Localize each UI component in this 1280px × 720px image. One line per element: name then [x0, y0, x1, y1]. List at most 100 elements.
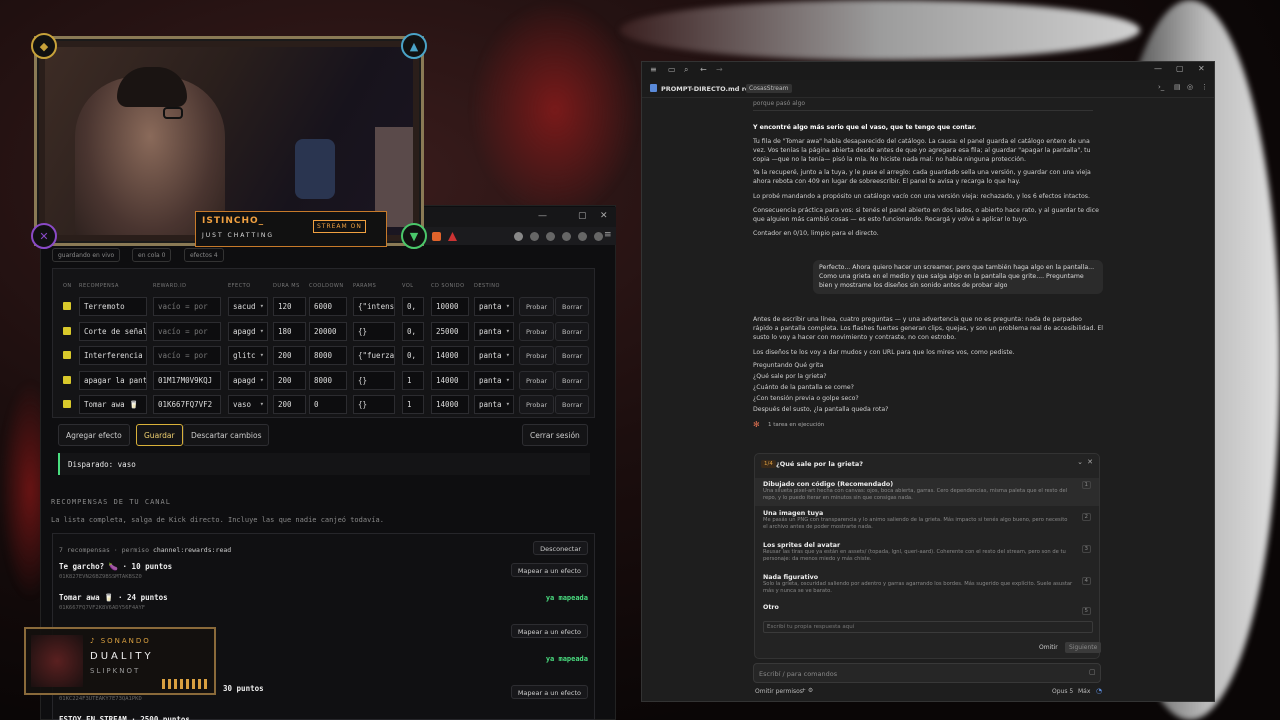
test-button[interactable]: Probar: [519, 395, 555, 414]
menu-icon[interactable]: ≡: [650, 65, 657, 74]
delete-button[interactable]: Borrar: [555, 395, 590, 414]
cell-name[interactable]: Corte de señal: [79, 321, 147, 341]
test-button[interactable]: Probar: [519, 321, 555, 341]
minimize-icon[interactable]: —: [1154, 64, 1162, 73]
cell-name[interactable]: Tomar awa 🥛: [79, 395, 147, 414]
cell-dest[interactable]: panta: [474, 297, 514, 316]
maximize-icon[interactable]: ▢: [1176, 64, 1184, 73]
test-button[interactable]: Probar: [519, 346, 555, 365]
cell-cooldown[interactable]: 6000: [309, 297, 347, 316]
cell-reward[interactable]: 01M17M0V9KQJ: [153, 370, 221, 390]
map-effect-button[interactable]: Mapear a un efecto: [510, 563, 588, 577]
cell-reward[interactable]: vacío = por: [153, 321, 221, 341]
next-button[interactable]: Siguiente: [1065, 642, 1102, 653]
cell-reward[interactable]: vacío = por: [153, 297, 221, 316]
cell-cd[interactable]: 14000: [431, 346, 469, 365]
globe-icon[interactable]: ◎: [1187, 83, 1193, 91]
cell-name[interactable]: apagar la pant: [79, 370, 147, 390]
effort-selector[interactable]: Máx: [1078, 688, 1090, 695]
discard-button[interactable]: Descartar cambios: [183, 424, 270, 446]
answer-option[interactable]: Una imagen tuya Me pasás un PNG con trans…: [755, 510, 1099, 531]
cell-dur[interactable]: 200: [273, 370, 306, 390]
back-icon[interactable]: ←: [700, 65, 707, 74]
collapse-icon[interactable]: ⌄: [1077, 458, 1083, 466]
cell-vol[interactable]: 1: [402, 370, 424, 390]
cell-effect[interactable]: apagd: [228, 321, 268, 341]
extension-icon[interactable]: [514, 232, 523, 241]
search-icon[interactable]: ⌕: [684, 65, 688, 75]
maximize-icon[interactable]: ▢: [578, 211, 587, 221]
cell-params[interactable]: {"intens: [353, 297, 395, 316]
cell-dur[interactable]: 180: [273, 321, 306, 341]
model-selector[interactable]: Opus 5: [1052, 688, 1073, 695]
cell-dur[interactable]: 120: [273, 297, 306, 316]
cell-vol[interactable]: 0,: [402, 321, 424, 341]
delete-button[interactable]: Borrar: [555, 370, 590, 390]
cell-params[interactable]: {}: [353, 370, 395, 390]
enabled-checkbox[interactable]: [63, 375, 71, 384]
more-icon[interactable]: ⋮: [1201, 83, 1208, 91]
answer-option[interactable]: Otro 5: [755, 604, 1099, 615]
cell-dest[interactable]: panta: [474, 346, 514, 365]
cell-vol[interactable]: 0,: [402, 346, 424, 365]
cell-cooldown[interactable]: 20000: [309, 321, 347, 341]
menu-icon[interactable]: ≡: [604, 230, 612, 240]
map-effect-button[interactable]: Mapear a un efecto: [510, 685, 588, 699]
plus-icon[interactable]: + ⚙: [801, 687, 813, 694]
permissions-toggle[interactable]: Omitir permisos: [755, 688, 803, 695]
add-effect-button[interactable]: Agregar efecto: [58, 424, 130, 446]
cell-reward[interactable]: vacío = por: [153, 346, 221, 365]
custom-answer-input[interactable]: Escribí tu propia respuesta aquí: [763, 621, 1093, 633]
cell-cooldown[interactable]: 0: [309, 395, 347, 414]
minimize-icon[interactable]: —: [538, 211, 547, 221]
cell-dur[interactable]: 200: [273, 346, 306, 365]
extension-icon[interactable]: [530, 232, 539, 241]
command-input[interactable]: Escribí / para comandos: [753, 663, 1101, 683]
cell-dest[interactable]: panta: [474, 370, 514, 390]
cell-effect[interactable]: sacud: [228, 297, 268, 316]
cell-cd[interactable]: 14000: [431, 370, 469, 390]
test-button[interactable]: Probar: [519, 297, 555, 316]
cell-dur[interactable]: 200: [273, 395, 306, 414]
cell-cd[interactable]: 14000: [431, 395, 469, 414]
test-button[interactable]: Probar: [519, 370, 555, 390]
cell-vol[interactable]: 1: [402, 395, 424, 414]
cell-name[interactable]: Terremoto: [79, 297, 147, 316]
panel-icon[interactable]: ▤: [1174, 83, 1181, 91]
extension-icon[interactable]: [546, 232, 555, 241]
close-icon[interactable]: ✕: [1198, 64, 1205, 73]
extension-icon[interactable]: [594, 232, 603, 241]
forward-icon[interactable]: →: [716, 65, 723, 74]
answer-option[interactable]: Los sprites del avatar Reusar las tiras q…: [755, 542, 1099, 563]
enabled-checkbox[interactable]: [63, 400, 71, 408]
cell-cd[interactable]: 25000: [431, 321, 469, 341]
close-icon[interactable]: ✕: [1087, 458, 1093, 466]
attach-icon[interactable]: ▢: [1089, 668, 1096, 676]
cell-name[interactable]: Interferencia: [79, 346, 147, 365]
delete-button[interactable]: Borrar: [555, 297, 590, 316]
cell-dest[interactable]: panta: [474, 395, 514, 414]
cell-effect[interactable]: glitc: [228, 346, 268, 365]
cell-cooldown[interactable]: 8000: [309, 346, 347, 365]
enabled-checkbox[interactable]: [63, 302, 71, 310]
extension-icon[interactable]: [578, 232, 587, 241]
brave-icon[interactable]: [432, 232, 441, 241]
logout-button[interactable]: Cerrar sesión: [522, 424, 588, 446]
terminal-icon[interactable]: ›_: [1158, 83, 1164, 91]
extension-icon[interactable]: [562, 232, 571, 241]
enabled-checkbox[interactable]: [63, 326, 71, 335]
enabled-checkbox[interactable]: [63, 351, 71, 359]
cell-effect[interactable]: apagd: [228, 370, 268, 390]
cell-params[interactable]: {"fuerza: [353, 346, 395, 365]
map-effect-button[interactable]: Mapear a un efecto: [510, 624, 588, 638]
sidebar-icon[interactable]: ▭: [668, 65, 676, 74]
save-button[interactable]: Guardar: [136, 424, 183, 446]
close-icon[interactable]: ✕: [600, 211, 608, 221]
cell-cd[interactable]: 10000: [431, 297, 469, 316]
triangle-icon[interactable]: [448, 232, 457, 241]
disconnect-button[interactable]: Desconectar: [533, 541, 588, 555]
cell-reward[interactable]: 01K667FQ7VF2: [153, 395, 221, 414]
cell-params[interactable]: {}: [353, 395, 395, 414]
answer-option[interactable]: Nada figurativo Solo la grieta, oscuridad…: [755, 574, 1099, 595]
delete-button[interactable]: Borrar: [555, 346, 590, 365]
